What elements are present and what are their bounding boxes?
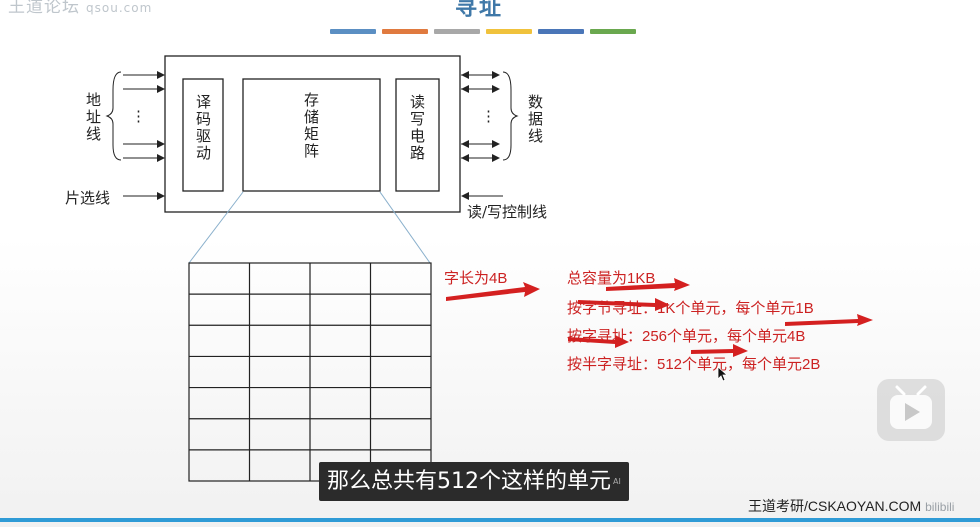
- subtitle-text: 那么总共有512个这样的单元: [327, 469, 611, 494]
- ai-mark: AI: [613, 477, 621, 486]
- progress-bar[interactable]: [0, 518, 980, 522]
- watermark-text: bilibili: [925, 500, 955, 514]
- word-addressing-note: 按字寻址：256个单元，每个单元4B: [567, 328, 806, 345]
- play-icon: [890, 385, 932, 429]
- subtitle-caption: 那么总共有512个这样的单元 AI: [319, 462, 629, 501]
- halfword-addressing-note: 按半字寻址：512个单元，每个单元2B: [567, 356, 821, 373]
- play-button[interactable]: [877, 379, 945, 441]
- zoom-grid: [188, 191, 873, 482]
- brand-footer: 王道考研/CSKAOYAN.COM bilibili: [748, 496, 954, 516]
- total-capacity-note: 总容量为1KB: [567, 270, 656, 287]
- brand-text: 王道考研/CSKAOYAN.COM: [748, 498, 922, 514]
- byte-addressing-note: 按字节寻址：1K个单元，每个单元1B: [567, 300, 814, 317]
- word-length-note: 字长为4B: [444, 270, 508, 287]
- mouse-cursor-icon: [717, 366, 727, 382]
